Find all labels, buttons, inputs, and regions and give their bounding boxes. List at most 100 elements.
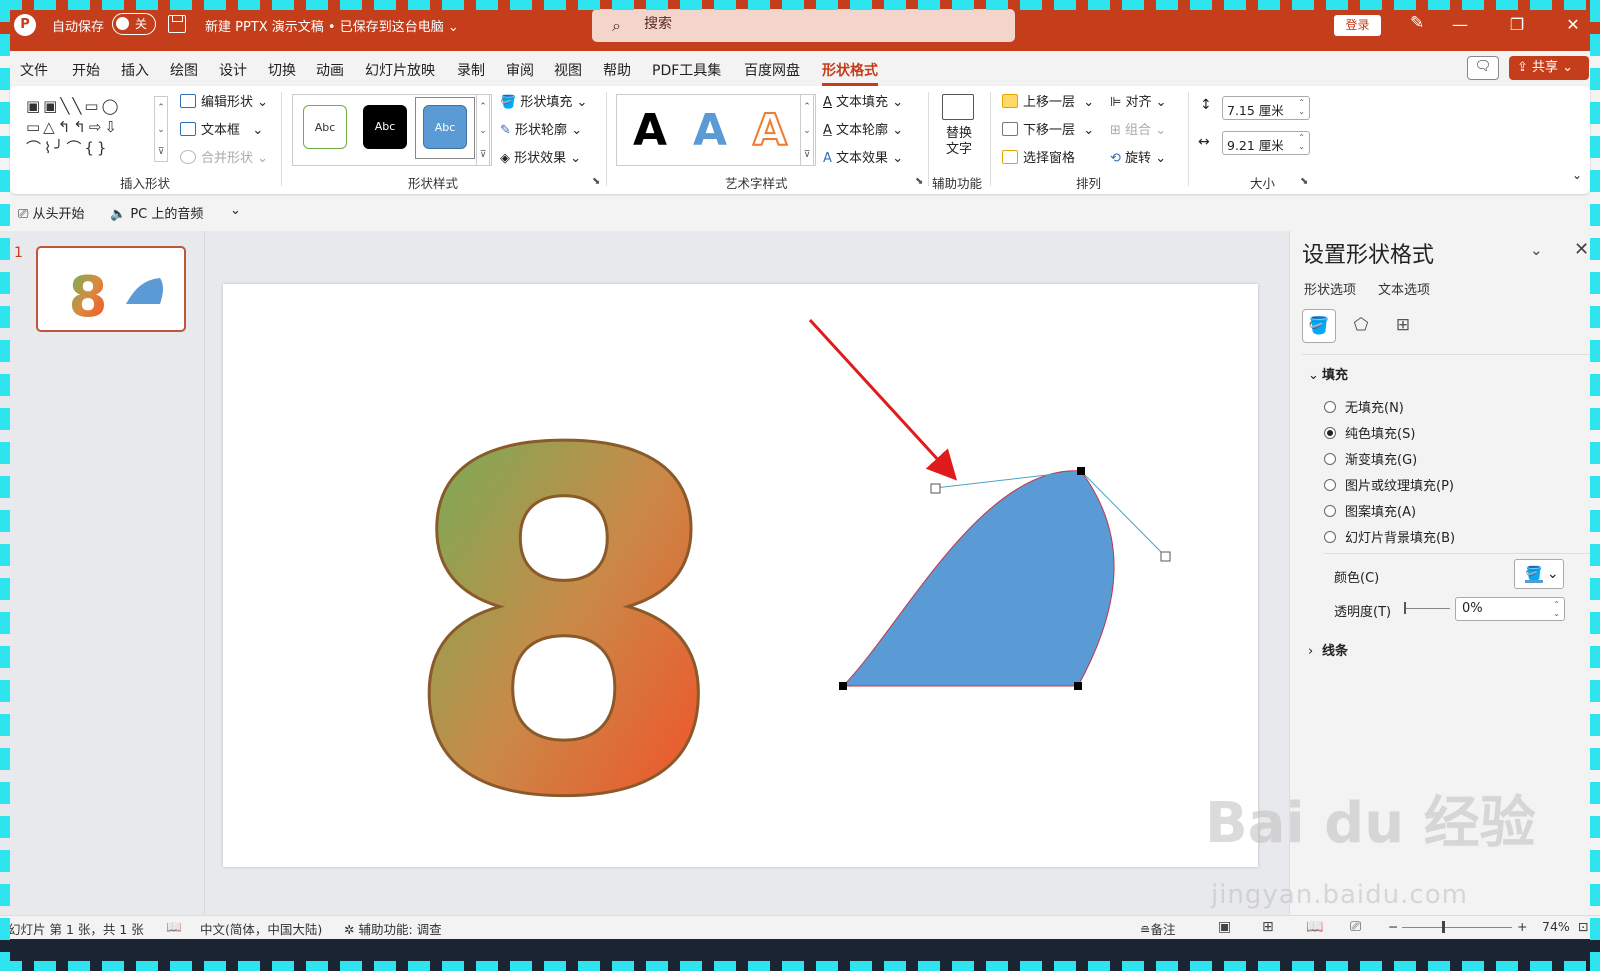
vertex-point[interactable] [1077,467,1085,475]
qat-customize-icon[interactable]: ⌄ [230,203,241,218]
width-input[interactable]: 9.21 厘米 ⌃ ⌄ [1222,131,1310,155]
text-effects-button[interactable]: A 文本效果 ⌄ [823,147,903,166]
radio-button[interactable] [1324,505,1336,517]
bezier-handle[interactable] [1160,551,1171,562]
style-swatch-outline[interactable]: Abc [303,105,347,149]
zoom-slider-track[interactable] [1402,927,1512,928]
fill-option-pattern[interactable]: 图案填充(A) [1324,501,1416,520]
reading-view-icon[interactable]: 📖 [1306,919,1323,935]
menu-insert[interactable]: 插入 [121,60,149,80]
zoom-in-button[interactable]: + [1517,919,1527,934]
effects-pentagon-icon[interactable]: ⬠ [1344,309,1378,343]
menu-draw[interactable]: 绘图 [170,60,198,80]
login-button[interactable]: 登录 [1334,15,1381,36]
shapes-gallery-scroll[interactable]: ⌃ ⌄ ⊽ [154,96,168,162]
save-icon[interactable] [168,15,186,33]
wordart-blue[interactable]: A [693,101,727,161]
bring-forward-button[interactable]: 上移一层 ⌄ [1002,91,1094,110]
width-spinner[interactable]: ⌃ ⌄ [1298,133,1305,151]
wordart-launcher-icon[interactable]: ⬊ [915,176,923,187]
menu-slideshow[interactable]: 幻灯片放映 [365,60,435,80]
slide-sorter-icon[interactable]: ⊞ [1262,919,1274,935]
transparency-spinner[interactable]: ⌃ ⌄ [1553,600,1560,618]
search-input[interactable] [644,16,984,32]
menu-baidu-netdisk[interactable]: 百度网盘 [744,60,800,80]
freeform-shape[interactable] [841,470,1115,687]
align-button[interactable]: ⊫ 对齐 ⌄ [1110,91,1167,110]
menu-view[interactable]: 视图 [554,60,582,80]
menu-review[interactable]: 审阅 [506,60,534,80]
shape-effects-button[interactable]: ◈ 形状效果 ⌄ [500,147,581,166]
fill-section-header[interactable]: ⌄ 填充 [1308,364,1348,383]
pc-audio-button[interactable]: 🔈 PC 上的音频 [110,203,203,222]
fill-option-picture[interactable]: 图片或纹理填充(P) [1324,475,1454,494]
rotate-button[interactable]: ⟲ 旋转 ⌄ [1110,147,1166,166]
slide-canvas[interactable]: 8 [223,284,1258,867]
menu-design[interactable]: 设计 [219,60,247,80]
menu-animations[interactable]: 动画 [316,60,344,80]
vertex-point[interactable] [839,682,847,690]
wordart-scroll[interactable]: ⌃ ⌄ ⊽ [800,94,814,166]
radio-button[interactable] [1324,531,1336,543]
selection-pane-button[interactable]: 选择窗格 [1002,147,1075,166]
menu-pdf-tools[interactable]: PDF工具集 [652,60,721,80]
accessibility-status[interactable]: ✲ 辅助功能: 调查 [344,919,442,938]
fill-option-none[interactable]: 无填充(N) [1324,397,1404,416]
edit-shape-button[interactable]: 编辑形状 ⌄ [180,91,268,110]
fill-line-icon[interactable]: 🪣 [1302,309,1336,343]
from-start-button[interactable]: ⎚ 从头开始 [18,203,85,222]
wordart-black[interactable]: A [633,101,667,161]
search-box[interactable]: ⌕ [592,9,1015,42]
zoom-slider-thumb[interactable] [1442,921,1445,933]
text-fill-button[interactable]: A 文本填充 ⌄ [823,91,903,110]
normal-view-icon[interactable]: ▣ [1218,919,1231,935]
shapes-gallery[interactable]: ▣▣╲╲▭◯ ▭△↰↰⇨⇩ ⌒⌇╯⌒{} [26,96,166,162]
alt-text-button[interactable]: 替换 文字 [946,126,972,158]
tab-shape-options[interactable]: 形状选项 [1304,279,1356,298]
fill-option-gradient[interactable]: 渐变填充(G) [1324,449,1417,468]
height-input[interactable]: 7.15 厘米 ⌃ ⌄ [1222,96,1310,120]
vertex-point[interactable] [1074,682,1082,690]
close-icon[interactable]: ✕ [1574,239,1589,260]
style-swatch-black[interactable]: Abc [363,105,407,149]
language-status[interactable]: 中文(简体，中国大陆) [200,919,322,938]
ribbon-collapse-icon[interactable]: ⌄ [1572,168,1582,182]
restore-button[interactable]: ❐ [1497,10,1537,40]
size-launcher-icon[interactable]: ⬊ [1300,176,1308,187]
shape-styles-scroll[interactable]: ⌃ ⌄ ⊽ [476,94,490,166]
line-section-header[interactable]: › 线条 [1308,640,1348,659]
bezier-handle[interactable] [930,483,941,494]
height-spinner[interactable]: ⌃ ⌄ [1298,98,1305,116]
shape-styles-launcher-icon[interactable]: ⬊ [592,176,600,187]
chevron-down-icon[interactable]: ⌄ [1530,241,1543,259]
radio-button[interactable] [1324,401,1336,413]
zoom-level[interactable]: 74% [1542,919,1570,934]
slideshow-view-icon[interactable]: ⎚ [1350,919,1361,935]
slide-thumbnail[interactable]: 8 [36,246,186,332]
shape-outline-button[interactable]: ✎ 形状轮廓 ⌄ [500,119,582,138]
send-backward-button[interactable]: 下移一层 ⌄ [1002,119,1094,138]
group-button[interactable]: ⊞ 组合 ⌄ [1110,119,1166,138]
radio-button[interactable] [1324,479,1336,491]
size-properties-icon[interactable]: ⊞ [1386,309,1420,343]
big-digit-eight[interactable]: 8 [399,352,729,868]
style-swatch-blue[interactable]: Abc [423,105,467,149]
text-box-button[interactable]: 文本框 ⌄ [180,119,263,138]
menu-transitions[interactable]: 切换 [268,60,296,80]
color-picker-button[interactable]: 🪣 ⌄ [1514,559,1564,589]
radio-button-selected[interactable] [1324,427,1336,439]
transparency-slider-thumb[interactable] [1404,602,1406,614]
fit-to-window-icon[interactable]: ⊡ [1578,919,1588,934]
close-button[interactable]: ✕ [1553,10,1593,40]
share-button[interactable]: ⇪ 共享 ⌄ [1509,56,1589,80]
text-outline-button[interactable]: A 文本轮廓 ⌄ [823,119,903,138]
merge-shapes-button[interactable]: 合并形状 ⌄ [180,147,268,166]
radio-button[interactable] [1324,453,1336,465]
transparency-input[interactable]: 0% ⌃ ⌄ [1455,597,1565,621]
notes-button[interactable]: ≘备注 [1140,919,1176,938]
document-title[interactable]: 新建 PPTX 演示文稿 • 已保存到这台电脑 ⌄ [205,16,459,35]
menu-home[interactable]: 开始 [72,60,100,80]
fill-option-slide-background[interactable]: 幻灯片背景填充(B) [1324,527,1455,546]
fill-option-solid[interactable]: 纯色填充(S) [1324,423,1415,442]
designer-pen-icon[interactable]: ✎ [1410,13,1424,33]
